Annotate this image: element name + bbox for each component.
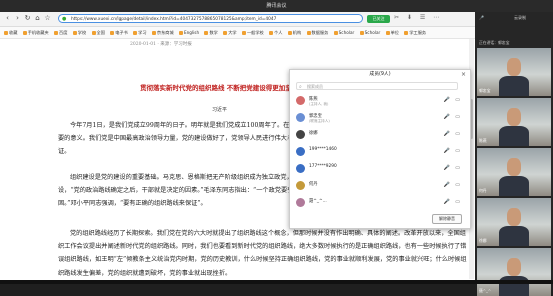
avatar	[296, 164, 305, 173]
mic-camera-icons[interactable]: 🎤 ▭	[443, 199, 462, 205]
avatar	[296, 130, 305, 139]
member-name: 何丹	[309, 182, 318, 187]
bookmark[interactable]: 电子书	[110, 27, 128, 38]
member-search-input[interactable]: ⌕ 搜索成员	[296, 82, 458, 90]
member-role: (主持人, 我)	[309, 102, 329, 106]
search-placeholder: 搜索成员	[307, 84, 323, 89]
unmute-all-button[interactable]: 解除静音	[432, 214, 462, 224]
person-body	[499, 126, 529, 146]
person-body	[499, 76, 529, 96]
tile-name: 郭忠宝	[479, 88, 491, 93]
article-author: 习近平	[212, 107, 228, 113]
meeting-topbar: 🎤 云录制	[475, 12, 553, 24]
tile-name: 陈燕	[479, 138, 487, 143]
bookmark[interactable]: 一般学校	[242, 27, 264, 38]
bookmark[interactable]: 收藏	[4, 27, 17, 38]
speaking-label: 正在讲话：郭忠宝	[479, 40, 510, 45]
star-icon[interactable]: ☆	[43, 14, 52, 23]
mic-camera-icons[interactable]: 🎤 ▭	[443, 148, 462, 154]
member-row[interactable]: 何丹 🎤 ▭	[290, 179, 470, 194]
bookmark[interactable]: 大学	[223, 27, 236, 38]
person-body	[499, 176, 529, 196]
bookmark[interactable]: 百度	[54, 27, 67, 38]
avatar	[296, 181, 305, 190]
member-row[interactable]: 陈燕 (主持人, 我) 🎤 ▭	[290, 94, 470, 109]
video-tile[interactable]: 郭忠宝	[477, 48, 551, 96]
member-row[interactable]: 郭忠宝 (联席主持人) 🎤 ▭	[290, 111, 470, 126]
bookmark[interactable]: 个人	[269, 27, 282, 38]
bookmark[interactable]: 京东商城	[152, 27, 174, 38]
mic-camera-icons[interactable]: 🎤 ▭	[443, 182, 462, 188]
tile-name: 徐娜	[479, 238, 487, 243]
member-row[interactable]: 徐娜 🎤 ▭	[290, 128, 470, 143]
tile-name: 聂^_^	[479, 288, 492, 293]
avatar	[296, 147, 305, 156]
record-label[interactable]: 云录制	[514, 12, 526, 24]
person-head	[507, 258, 521, 276]
address-url: https://www.xuexi.cn/lgpage/detail/index…	[71, 17, 277, 22]
mic-camera-icons[interactable]: 🎤 ▭	[443, 114, 462, 120]
browser-window: ‹ › ↻ ⌂ ☆ ● https://www.xuexi.cn/lgpage/…	[0, 12, 475, 284]
window-titlebar: 腾讯会议	[0, 0, 553, 12]
article-paragraph: 党的组织路线经历了长期探索。我们党在党的六大时就提出了组织路线这个概念，但那时候…	[58, 230, 467, 277]
member-panel: 成员(9人) × ⌕ 搜索成员 陈燕 (主持人, 我) 🎤 ▭ 郭忠宝 (联席主持人) 🎤…	[289, 69, 471, 229]
person-head	[507, 158, 521, 176]
bookmark[interactable]: 学工服务	[404, 27, 426, 38]
bookmark[interactable]: 机构	[288, 27, 301, 38]
bookmarks-bar: 收藏 手机收藏夹 百度 学校 全国 电子书 学习 京东商城 English 数学…	[0, 27, 475, 39]
bookmark[interactable]: Scholar	[334, 27, 355, 38]
mic-camera-icons[interactable]: 🎤 ▭	[443, 97, 462, 103]
meeting-sidebar: 🎤 云录制 正在讲话：郭忠宝 郭忠宝陈燕何丹徐娜聂^_^	[475, 12, 553, 296]
home-icon[interactable]: ⌂	[33, 14, 42, 23]
bookmark[interactable]: 手机收藏夹	[23, 27, 49, 38]
bookmark[interactable]: 单位	[386, 27, 399, 38]
member-name: 徐娜	[309, 131, 318, 136]
bookmark[interactable]: Scholar	[360, 27, 381, 38]
person-head	[507, 108, 521, 126]
member-name: 199****1460	[309, 147, 337, 152]
tile-name: 何丹	[479, 188, 487, 193]
video-tile[interactable]: 陈燕	[477, 98, 551, 146]
mic-camera-icons[interactable]: 🎤 ▭	[443, 131, 462, 137]
follow-button[interactable]: 已关注	[367, 15, 390, 23]
taskbar	[0, 280, 553, 284]
bookmark[interactable]: 数学	[204, 27, 217, 38]
avatar	[296, 96, 305, 105]
member-role: (联席主持人)	[309, 119, 330, 123]
close-icon[interactable]: ×	[461, 70, 466, 80]
member-row[interactable]: 199****1460 🎤 ▭	[290, 145, 470, 160]
refresh-icon[interactable]: ↻	[23, 14, 32, 23]
avatar	[296, 198, 305, 207]
back-icon[interactable]: ‹	[3, 14, 12, 23]
bookmark[interactable]: 学习	[133, 27, 146, 38]
mic-camera-icons[interactable]: 🎤 ▭	[443, 165, 462, 171]
avatar	[296, 113, 305, 122]
person-head	[507, 58, 521, 76]
forward-icon[interactable]: ›	[13, 14, 22, 23]
mic-icon[interactable]: 🎤	[479, 12, 484, 24]
member-row[interactable]: 聂^_^... 🎤 ▭	[290, 196, 470, 211]
person-body	[499, 276, 529, 296]
person-body	[499, 226, 529, 246]
address-bar[interactable]: ● https://www.xuexi.cn/lgpage/detail/ind…	[58, 14, 363, 23]
bookmark[interactable]: English	[179, 27, 199, 38]
member-name: 聂^_^...	[309, 199, 327, 204]
video-tile[interactable]: 聂^_^	[477, 248, 551, 296]
member-row[interactable]: 177****9290 🎤 ▭	[290, 162, 470, 177]
article-title: 贯彻落实新时代党的组织路线 不断把党建设得更加坚强有力	[140, 84, 312, 92]
bookmark[interactable]: 数据服务	[307, 27, 329, 38]
browser-toolbar: ‹ › ↻ ⌂ ☆ ● https://www.xuexi.cn/lgpage/…	[0, 12, 475, 27]
member-name: 177****9290	[309, 164, 337, 169]
bookmark[interactable]: 全国	[92, 27, 105, 38]
lock-icon: ●	[62, 16, 67, 22]
toolbar-extension-icons[interactable]: ✂ ⬇ ☰ ⋯	[394, 14, 442, 21]
search-icon: ⌕	[299, 84, 302, 90]
video-tile[interactable]: 徐娜	[477, 198, 551, 246]
person-head	[507, 208, 521, 226]
article-crumb: 2020-01-01 · 来源：学习时报	[130, 42, 192, 47]
bookmark[interactable]: 学校	[73, 27, 86, 38]
video-tile[interactable]: 何丹	[477, 148, 551, 196]
member-panel-title: 成员(9人)	[369, 72, 391, 77]
